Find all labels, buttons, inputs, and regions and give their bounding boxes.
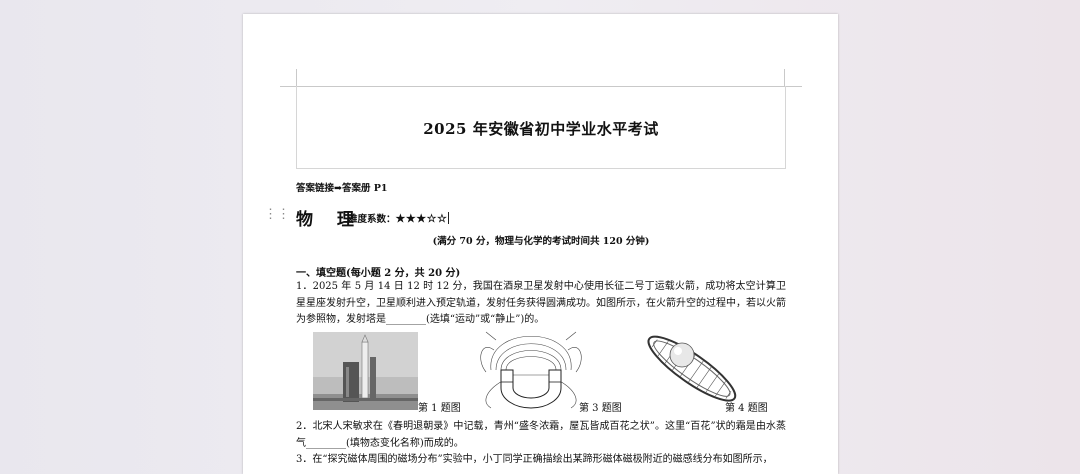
answer-link[interactable]: 答案链接➡答案册 P1 xyxy=(296,180,388,194)
figure-4-caption: 第 4 题图 xyxy=(725,403,768,414)
sphere-ring-figure xyxy=(647,335,737,402)
question-1: 1．2025 年 5 月 14 日 12 时 12 分，我国在酒泉卫星发射中心使… xyxy=(296,281,786,325)
difficulty-rating: 难度系数：★★★☆☆ xyxy=(348,211,450,225)
crop-mark xyxy=(296,69,297,86)
text-cursor xyxy=(448,212,450,224)
figure-3-caption: 第 3 题图 xyxy=(579,403,622,414)
figure-1-caption: 第 1 题图 xyxy=(418,403,461,414)
rocket-launch-figure xyxy=(313,332,418,410)
drag-handle-icon[interactable]: ⋮⋮ xyxy=(264,208,290,221)
section-title: 一、填空题(每小题 2 分，共 20 分) xyxy=(296,268,461,279)
difficulty-label: 难度系数： xyxy=(348,214,396,225)
document-title: 2025 年安徽省初中学业水平考试 xyxy=(423,120,659,138)
question-3: 3．在“探究磁体周围的磁场分布”实验中，小丁同学正确描绘出某蹄形磁体磁极附近的磁… xyxy=(296,454,773,465)
question-2: 2．北宋人宋敏求在《春明退朝录》中记载，青州“盛冬浓霜，屋瓦皆成百花之状”。这里… xyxy=(296,421,786,449)
difficulty-stars: ★★★☆☆ xyxy=(395,212,448,225)
document-page[interactable]: 2025 年安徽省初中学业水平考试 答案链接➡答案册 P1 物 理 难度系数：★… xyxy=(243,14,838,474)
horseshoe-magnet-figure xyxy=(480,331,582,409)
exam-note: (满分 70 分，物理与化学的考试时间共 120 分钟) xyxy=(432,236,650,247)
crop-mark xyxy=(784,69,785,86)
